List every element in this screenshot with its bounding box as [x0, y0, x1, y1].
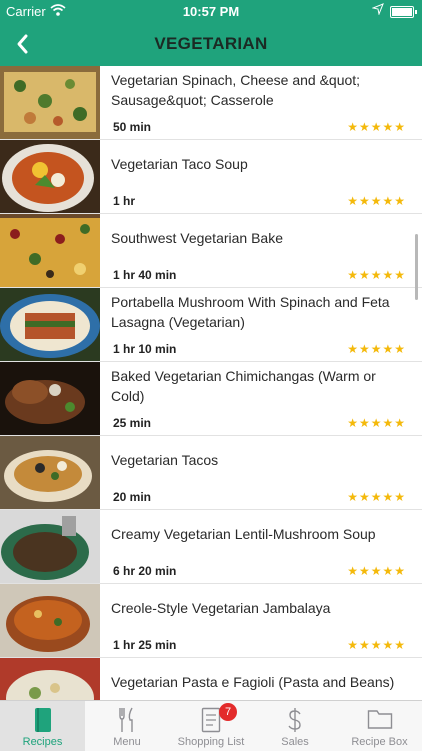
recipe-title: Baked Vegetarian Chimichangas (Warm or C… — [111, 368, 376, 404]
recipe-title: Creole-Style Vegetarian Jambalaya — [111, 600, 331, 616]
tab-label: Shopping List — [177, 736, 245, 748]
recipe-title: Vegetarian Pasta e Fagioli (Pasta and Be… — [111, 674, 395, 690]
recipe-thumbnail — [0, 66, 100, 139]
recipe-title: Vegetarian Tacos — [111, 452, 219, 468]
tab-label: Menu — [113, 736, 141, 748]
recipe-time: 1 hr 40 min — [113, 268, 177, 282]
recipe-list[interactable]: Vegetarian Spinach, Cheese and &quot; Sa… — [0, 66, 422, 700]
recipe-thumbnail — [0, 140, 100, 213]
recipe-row[interactable]: Portabella Mushroom With Spinach and Fet… — [0, 288, 422, 362]
scrollbar[interactable] — [415, 234, 418, 300]
tab-menu[interactable]: Menu — [85, 701, 169, 751]
fork-knife-icon — [119, 707, 133, 732]
recipe-thumbnail — [0, 658, 100, 700]
tab-label: Recipes — [22, 736, 63, 748]
nav-bar: VEGETARIAN — [0, 24, 422, 66]
recipe-thumbnail — [0, 214, 100, 287]
recipe-time: 20 min — [113, 490, 152, 504]
recipe-title: Creamy Vegetarian Lentil-Mushroom Soup — [111, 526, 376, 542]
clock: 10:57 PM — [182, 4, 240, 19]
recipe-time: 1 hr — [113, 194, 136, 208]
tab-shopping-list[interactable]: 7 Shopping List — [169, 701, 253, 751]
recipe-title: Southwest Vegetarian Bake — [111, 230, 284, 246]
recipe-thumbnail — [0, 510, 100, 583]
recipe-row[interactable]: Southwest Vegetarian Bake 1 hr 40 min ★★… — [0, 214, 422, 288]
recipe-row[interactable]: Creamy Vegetarian Lentil-Mushroom Soup 6… — [0, 510, 422, 584]
tab-label: Recipe Box — [351, 736, 408, 748]
recipe-row[interactable]: Vegetarian Pasta e Fagioli (Pasta and Be… — [0, 658, 422, 700]
recipe-thumbnail — [0, 362, 100, 435]
battery-icon — [390, 6, 417, 18]
tab-sales[interactable]: Sales — [253, 701, 337, 751]
recipe-title: Vegetarian Spinach, Cheese and &quot; Sa… — [111, 72, 361, 108]
recipe-time: 1 hr 25 min — [113, 638, 177, 652]
recipe-title: Vegetarian Taco Soup — [111, 156, 248, 172]
recipe-book-icon — [34, 708, 51, 732]
recipe-title: Portabella Mushroom With Spinach and Fet… — [111, 294, 390, 330]
recipe-row[interactable]: Vegetarian Tacos 20 min ★★★★★ — [0, 436, 422, 510]
recipe-time: 50 min — [113, 120, 152, 134]
tab-recipes[interactable]: Recipes — [0, 701, 85, 751]
recipe-thumbnail — [0, 584, 100, 657]
recipe-thumbnail — [0, 288, 100, 361]
rating-stars: ★★★★★ — [347, 416, 406, 430]
folder-icon — [367, 710, 392, 729]
rating-stars: ★★★★★ — [347, 342, 406, 356]
tab-bar: Recipes Menu 7 Shopping List Sales Recip… — [0, 700, 422, 751]
recipe-row[interactable]: Creole-Style Vegetarian Jambalaya 1 hr 2… — [0, 584, 422, 658]
location-icon — [371, 3, 384, 18]
shopping-list-badge: 7 — [219, 703, 237, 721]
rating-stars: ★★★★★ — [347, 268, 406, 282]
shopping-list-icon — [201, 707, 221, 733]
recipe-thumbnail — [0, 436, 100, 509]
rating-stars: ★★★★★ — [347, 564, 406, 578]
tab-recipe-box[interactable]: Recipe Box — [337, 701, 422, 751]
rating-stars: ★★★★★ — [347, 194, 406, 208]
rating-stars: ★★★★★ — [347, 638, 406, 652]
recipe-row[interactable]: Vegetarian Spinach, Cheese and &quot; Sa… — [0, 66, 422, 140]
recipe-time: 25 min — [113, 416, 152, 430]
recipe-row[interactable]: Vegetarian Taco Soup 1 hr ★★★★★ — [0, 140, 422, 214]
status-bar: Carrier 10:57 PM — [0, 0, 422, 24]
page-title: VEGETARIAN — [154, 34, 268, 53]
rating-stars: ★★★★★ — [347, 120, 406, 134]
recipe-time: 6 hr 20 min — [113, 564, 177, 578]
tab-label: Sales — [281, 736, 309, 748]
recipe-time: 1 hr 10 min — [113, 342, 177, 356]
rating-stars: ★★★★★ — [347, 490, 406, 504]
dollar-icon — [288, 708, 301, 732]
recipe-row[interactable]: Baked Vegetarian Chimichangas (Warm or C… — [0, 362, 422, 436]
